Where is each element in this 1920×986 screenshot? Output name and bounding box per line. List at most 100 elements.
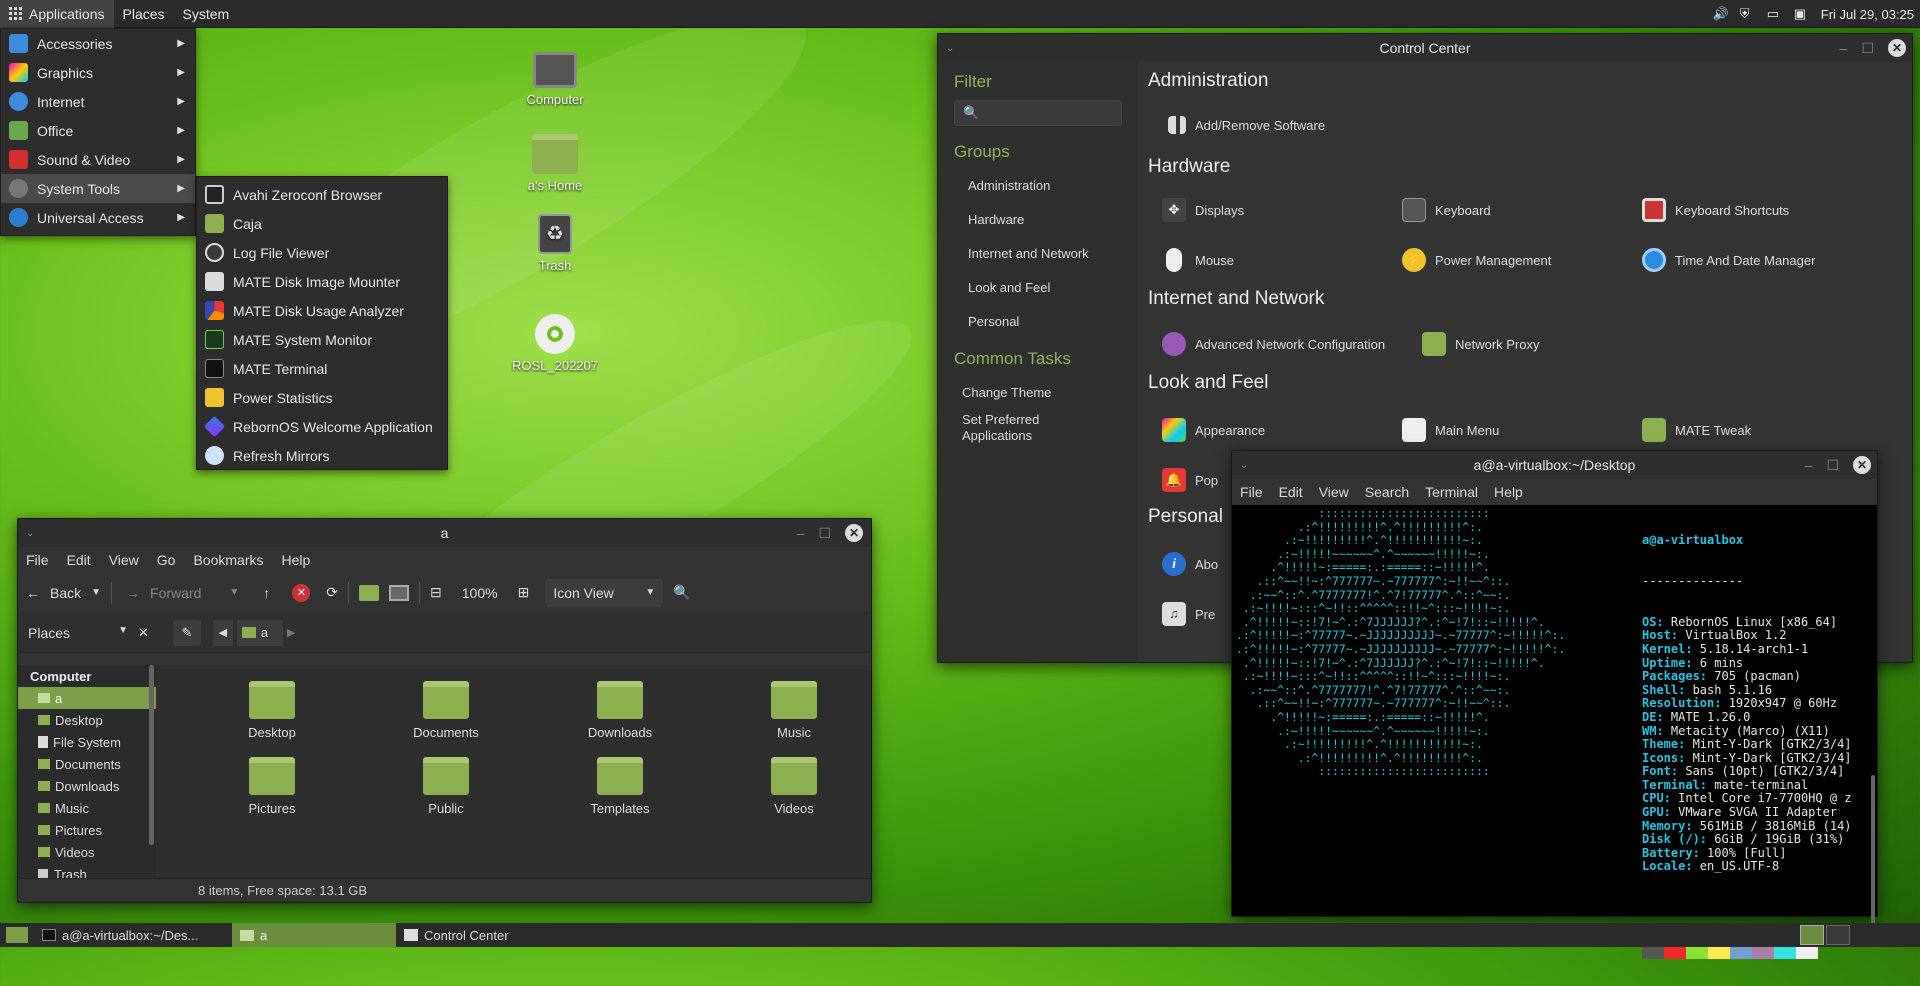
item-power-management[interactable]: ⚡ Power Management xyxy=(1402,248,1551,272)
filter-input[interactable]: 🔍 xyxy=(954,100,1122,126)
menu-power-statistics[interactable]: Power Statistics xyxy=(197,383,447,412)
maximize-icon[interactable]: ☐ xyxy=(1861,40,1874,57)
clock[interactable]: Fri Jul 29, 03:25 xyxy=(1821,7,1914,22)
sidebar-item-pictures[interactable]: Pictures xyxy=(18,819,156,841)
menu-universal-access[interactable]: Universal Access ▶ xyxy=(1,203,195,232)
menu-caja[interactable]: Caja xyxy=(197,209,447,238)
item-mate-tweak[interactable]: MATE Tweak xyxy=(1642,418,1751,442)
sidebar-item-documents[interactable]: Documents xyxy=(18,753,156,775)
search-icon[interactable]: 🔍 xyxy=(673,584,690,601)
item-mouse[interactable]: Mouse xyxy=(1162,248,1234,272)
folder-documents[interactable]: Documents xyxy=(386,681,506,740)
close-icon[interactable]: ✕ xyxy=(1853,456,1871,474)
folder-desktop[interactable]: Desktop xyxy=(212,681,332,740)
terminal-scrollbar[interactable] xyxy=(1871,775,1875,925)
folder-videos[interactable]: Videos xyxy=(734,757,854,816)
menu-sound-video[interactable]: Sound & Video ▶ xyxy=(1,145,195,174)
menu-refresh-mirrors[interactable]: Refresh Mirrors xyxy=(197,441,447,470)
task-control-center[interactable]: Control Center xyxy=(396,923,517,947)
folder-music[interactable]: Music xyxy=(734,681,854,740)
menu-help[interactable]: Help xyxy=(1494,484,1523,500)
item-network-proxy[interactable]: Network Proxy xyxy=(1422,332,1540,356)
item-keyboard-shortcuts[interactable]: Keyboard Shortcuts xyxy=(1642,198,1789,222)
window-menu-icon[interactable]: ⌄ xyxy=(26,528,34,539)
menu-disk-usage[interactable]: MATE Disk Usage Analyzer xyxy=(197,296,447,325)
workspace-1[interactable] xyxy=(1800,925,1824,945)
zoom-in-button[interactable]: ⊞ xyxy=(518,584,530,601)
item-time-date[interactable]: Time And Date Manager xyxy=(1642,248,1815,272)
edit-location-button[interactable]: ✎ xyxy=(172,619,201,646)
menu-bookmarks[interactable]: Bookmarks xyxy=(193,552,263,568)
view-mode-select[interactable]: Icon View ▼ xyxy=(545,578,664,607)
menu-avahi-browser[interactable]: Avahi Zeroconf Browser xyxy=(197,180,447,209)
forward-history-dropdown[interactable]: ▼ xyxy=(229,587,239,598)
folder-templates[interactable]: Templates xyxy=(560,757,680,816)
minimize-icon[interactable]: – xyxy=(1840,40,1848,56)
task-preferred-apps[interactable]: Set Preferred Applications xyxy=(938,412,1058,444)
menu-accessories[interactable]: Accessories ▶ xyxy=(1,29,195,58)
group-hardware[interactable]: Hardware xyxy=(938,212,1138,227)
path-button-home[interactable]: a xyxy=(236,619,283,646)
display-icon[interactable]: ▭ xyxy=(1767,6,1785,22)
window-menu-icon[interactable]: ⌄ xyxy=(946,43,954,54)
up-button[interactable]: ↑ xyxy=(263,585,270,601)
item-add-remove-software[interactable]: Add/Remove Software xyxy=(1168,116,1325,134)
menu-terminal[interactable]: Terminal xyxy=(1425,484,1478,500)
menu-internet[interactable]: Internet ▶ xyxy=(1,87,195,116)
group-internet-network[interactable]: Internet and Network xyxy=(938,246,1138,261)
folder-pictures[interactable]: Pictures xyxy=(212,757,332,816)
terminal-titlebar[interactable]: ⌄ a@a-virtualbox:~/Desktop – ☐ ✕ xyxy=(1232,451,1877,479)
menu-view[interactable]: View xyxy=(1319,484,1349,500)
sidebar-item-videos[interactable]: Videos xyxy=(18,841,156,863)
sidebar-item-home[interactable]: a xyxy=(18,687,156,709)
home-button[interactable] xyxy=(359,584,380,601)
minimize-icon[interactable]: – xyxy=(1805,457,1813,473)
desktop-icon-trash[interactable]: ♻ Trash xyxy=(510,214,600,273)
sidebar-item-desktop[interactable]: Desktop xyxy=(18,709,156,731)
menu-system-monitor[interactable]: MATE System Monitor xyxy=(197,325,447,354)
file-manager-titlebar[interactable]: ⌄ a – ☐ ✕ xyxy=(18,519,871,547)
workspace-2[interactable] xyxy=(1826,925,1850,945)
item-popup-notifications[interactable]: 🔔 Pop xyxy=(1162,468,1218,492)
menu-system-tools[interactable]: System Tools ▶ xyxy=(1,174,195,203)
system-menu[interactable]: System xyxy=(174,0,239,28)
sidebar-item-downloads[interactable]: Downloads xyxy=(18,775,156,797)
forward-button[interactable]: → Forward xyxy=(126,585,201,601)
close-sidebar-icon[interactable]: ✕ xyxy=(138,625,149,641)
menu-rebornos-welcome[interactable]: RebornOS Welcome Application xyxy=(197,412,447,441)
menu-disk-mounter[interactable]: MATE Disk Image Mounter xyxy=(197,267,447,296)
back-history-dropdown[interactable]: ▼ xyxy=(91,587,101,598)
item-preferred-applications[interactable]: ♫ Pre xyxy=(1162,602,1215,626)
task-change-theme[interactable]: Change Theme xyxy=(938,385,1138,400)
sidebar-item-filesystem[interactable]: File System xyxy=(18,731,156,753)
folder-public[interactable]: Public xyxy=(386,757,506,816)
terminal-output[interactable]: ::::::::::::::::::::::::: .:^!!!!!!!!!^.… xyxy=(1232,505,1877,960)
desktop-icon-computer[interactable]: Computer xyxy=(510,52,600,107)
desktop-icon-disc[interactable]: ROSL_202207 xyxy=(510,314,600,373)
maximize-icon[interactable]: ☐ xyxy=(1826,457,1839,474)
zoom-out-button[interactable]: ⊟ xyxy=(430,584,442,601)
menu-office[interactable]: Office ▶ xyxy=(1,116,195,145)
menu-file[interactable]: File xyxy=(1240,484,1263,500)
places-selector[interactable]: Places ▼ xyxy=(18,625,128,641)
applications-menu[interactable]: Applications xyxy=(0,0,114,28)
close-icon[interactable]: ✕ xyxy=(845,524,863,542)
folder-downloads[interactable]: Downloads xyxy=(560,681,680,740)
menu-help[interactable]: Help xyxy=(282,552,311,568)
minimize-icon[interactable]: – xyxy=(797,525,805,541)
workspace-switcher[interactable] xyxy=(1800,925,1850,945)
desktop-icon-home[interactable]: a's Home xyxy=(510,134,600,193)
stop-button[interactable]: ✕ xyxy=(292,583,311,602)
shield-icon[interactable]: ⛨ xyxy=(1740,6,1758,22)
item-advanced-network[interactable]: Advanced Network Configuration xyxy=(1162,332,1385,356)
window-menu-icon[interactable]: ⌄ xyxy=(1240,460,1248,471)
close-icon[interactable]: ✕ xyxy=(1888,39,1906,57)
menu-log-viewer[interactable]: Log File Viewer xyxy=(197,238,447,267)
places-menu[interactable]: Places xyxy=(114,0,174,28)
item-main-menu[interactable]: Main Menu xyxy=(1402,418,1499,442)
network-icon[interactable]: ▣ xyxy=(1794,6,1812,22)
menu-terminal[interactable]: MATE Terminal xyxy=(197,354,447,383)
menu-file[interactable]: File xyxy=(26,552,49,568)
menu-go[interactable]: Go xyxy=(157,552,176,568)
menu-edit[interactable]: Edit xyxy=(1279,484,1303,500)
